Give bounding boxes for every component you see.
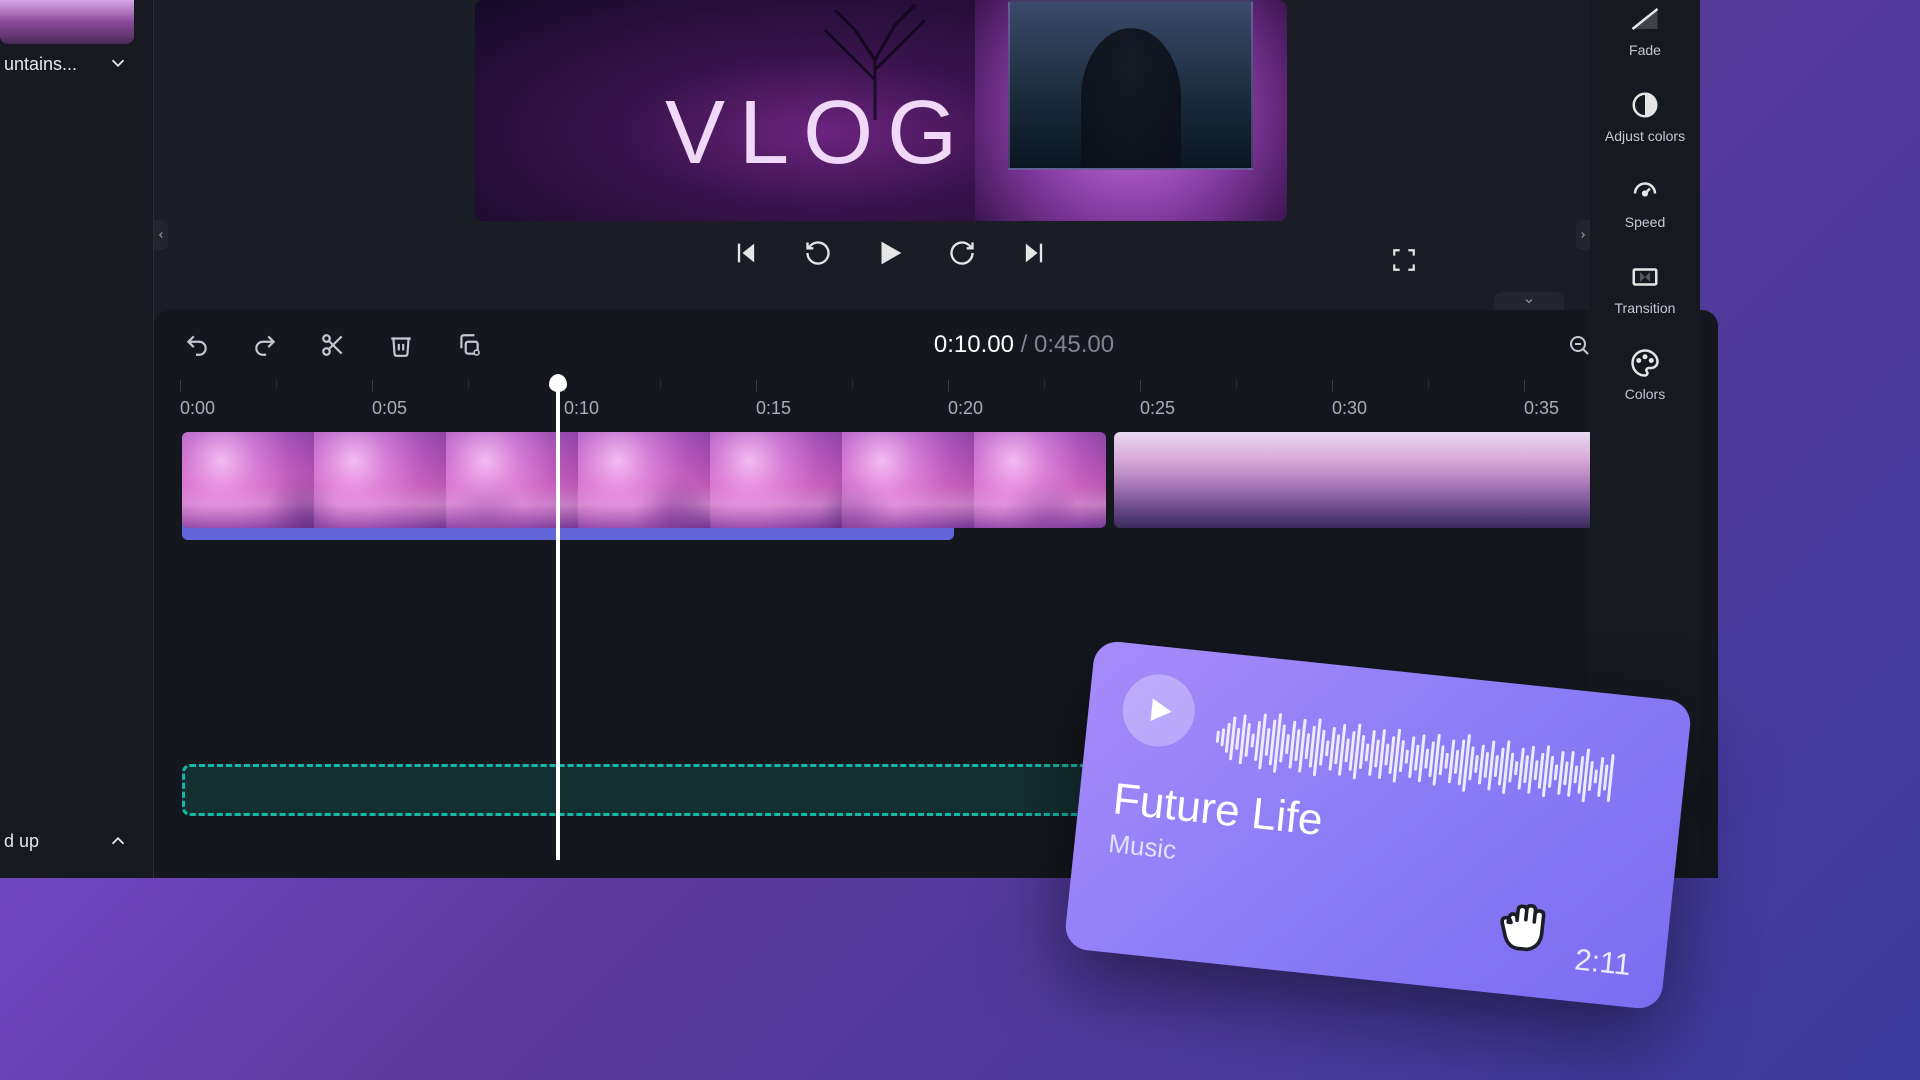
- tool-colors[interactable]: Colors: [1625, 348, 1665, 402]
- transition-icon: [1630, 262, 1660, 292]
- adjust-colors-icon: [1630, 90, 1660, 120]
- ruler-tick: 0:35: [1524, 398, 1559, 419]
- speed-icon: [1630, 176, 1660, 206]
- tool-speed[interactable]: Speed: [1625, 176, 1665, 230]
- music-card[interactable]: Future Life Music 2:11: [1063, 639, 1692, 1010]
- delete-icon[interactable]: [386, 330, 416, 360]
- colors-icon: [1630, 348, 1660, 378]
- asset-thumbnail[interactable]: [0, 0, 134, 44]
- music-play-icon[interactable]: [1119, 671, 1198, 750]
- fullscreen-icon[interactable]: [1386, 242, 1422, 278]
- collapse-timeline-icon[interactable]: [1494, 292, 1564, 310]
- playhead[interactable]: [556, 380, 560, 860]
- skip-forward-icon[interactable]: [1016, 235, 1052, 271]
- split-icon[interactable]: [318, 330, 348, 360]
- ruler-tick: 0:30: [1332, 398, 1367, 419]
- current-time: 0:10.00: [934, 331, 1014, 358]
- ruler-tick: 0:20: [948, 398, 983, 419]
- video-clip-mountain[interactable]: [1114, 432, 1614, 528]
- skip-back-icon[interactable]: [728, 235, 764, 271]
- chevron-up-icon[interactable]: [107, 830, 129, 852]
- redo-icon[interactable]: [250, 330, 280, 360]
- play-icon[interactable]: [872, 235, 908, 271]
- picture-in-picture[interactable]: [1008, 0, 1253, 170]
- ruler-tick: 0:15: [756, 398, 791, 419]
- timeline-ruler[interactable]: 0:00 0:05 0:10 0:15 0:20 0:25 0:30 0:35: [180, 380, 1718, 420]
- preview-title-text: VLOG: [665, 82, 971, 185]
- music-subtitle: Music: [1107, 828, 1178, 866]
- duplicate-icon[interactable]: [454, 330, 484, 360]
- fade-icon: [1630, 4, 1660, 34]
- collapse-right-icon[interactable]: [1576, 220, 1590, 250]
- ruler-tick: 0:10: [564, 398, 599, 419]
- asset-label: untains...: [4, 54, 77, 75]
- tool-adjust-colors[interactable]: Adjust colors: [1605, 90, 1685, 144]
- chevron-down-icon[interactable]: [107, 52, 129, 74]
- ruler-tick: 0:00: [180, 398, 215, 419]
- total-time: 0:45.00: [1034, 331, 1114, 358]
- transport-controls: [728, 235, 1052, 271]
- grab-cursor-icon: [1483, 884, 1562, 963]
- preview-area: VLOG: [168, 0, 1612, 302]
- collapse-left-icon[interactable]: [154, 220, 168, 250]
- time-display: 0:10.00 / 0:45.00: [934, 331, 1114, 359]
- preview-canvas[interactable]: VLOG: [475, 0, 1287, 221]
- tool-transition[interactable]: Transition: [1615, 262, 1676, 316]
- tool-fade[interactable]: Fade: [1629, 4, 1661, 58]
- undo-icon[interactable]: [182, 330, 212, 360]
- audio-dropzone[interactable]: [182, 764, 1098, 816]
- replay-5-icon[interactable]: [800, 235, 836, 271]
- video-clip-overlay[interactable]: [182, 432, 1106, 528]
- ruler-tick: 0:25: [1140, 398, 1175, 419]
- forward-5-icon[interactable]: [944, 235, 980, 271]
- ruler-tick: 0:05: [372, 398, 407, 419]
- music-duration: 2:11: [1573, 943, 1632, 983]
- video-track-1: [182, 552, 1718, 648]
- left-sidebar: untains... d up: [0, 0, 154, 878]
- bottom-panel-label: d up: [4, 831, 39, 852]
